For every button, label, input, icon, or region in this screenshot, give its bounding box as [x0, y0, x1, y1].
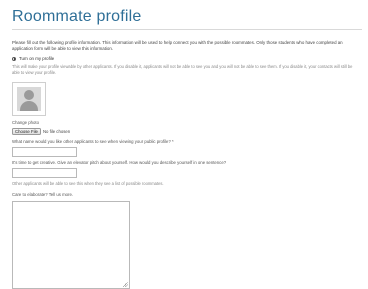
avatar-head-shape: [24, 90, 34, 101]
elevator-pitch-label: It's time to get creative. Give an eleva…: [12, 160, 227, 166]
profile-visibility-option[interactable]: Turn on my profile: [12, 55, 362, 62]
title-divider: [12, 29, 362, 30]
page-title: Roommate profile: [12, 8, 142, 25]
resize-handle-icon[interactable]: [123, 281, 128, 287]
change-photo-label: Change photo: [12, 120, 39, 126]
roommate-profile-page: Roommate profile Please fill out the fol…: [12, 0, 362, 289]
avatar-body-shape: [20, 101, 38, 112]
profile-visibility-label: Turn on my profile: [19, 56, 55, 61]
file-status-text: No file chosen: [42, 129, 71, 135]
profile-photo: [12, 82, 46, 117]
public-name-label: What name would you like other applicant…: [12, 139, 174, 145]
elaborate-label: Care to elaborate? Tell us more.: [12, 191, 74, 197]
public-name-input[interactable]: [12, 147, 77, 158]
profile-visibility-hint: This will make your profile viewable by …: [12, 64, 353, 75]
profile-visibility-radio[interactable]: [12, 56, 16, 61]
choose-file-button[interactable]: Choose File: [12, 128, 41, 136]
intro-text: Please fill out the following profile in…: [12, 40, 343, 51]
elevator-pitch-input[interactable]: [12, 168, 77, 179]
elevator-pitch-hint: Other applicants will be able to see thi…: [12, 181, 164, 187]
avatar-placeholder-icon: [17, 87, 41, 112]
elaborate-textarea[interactable]: [12, 200, 130, 289]
photo-file-picker: Choose File No file chosen: [12, 127, 362, 136]
